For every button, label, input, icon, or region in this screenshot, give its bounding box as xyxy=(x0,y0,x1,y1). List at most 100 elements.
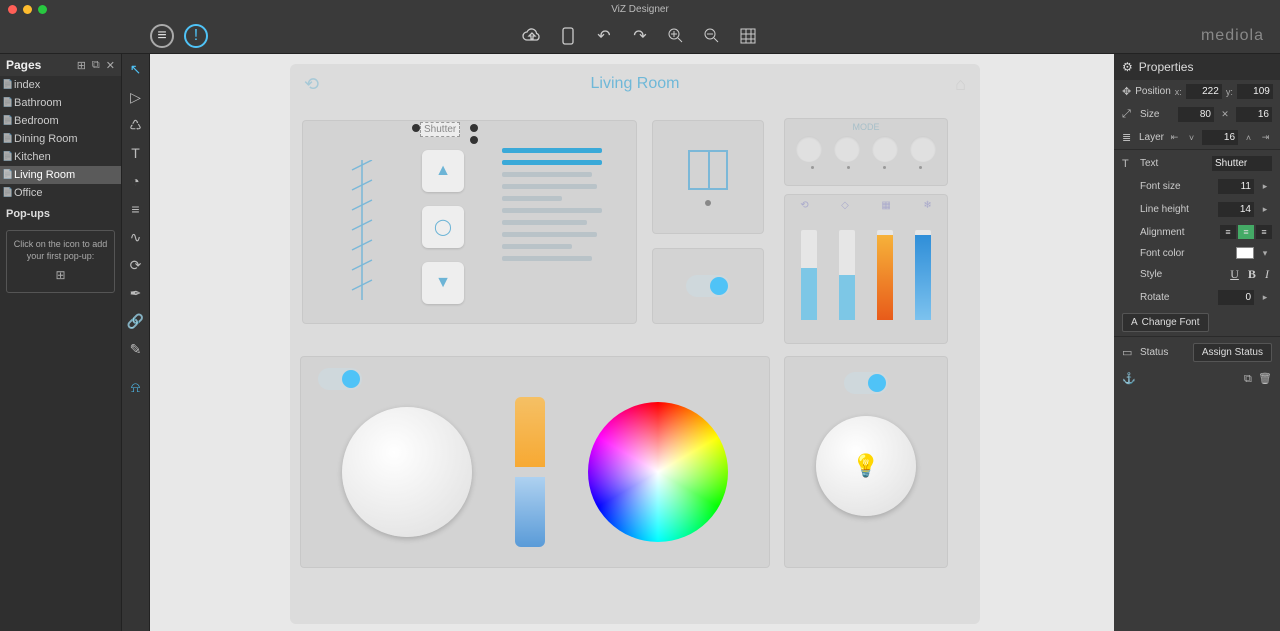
add-page-icon[interactable]: ⊞ xyxy=(77,59,86,72)
brightness-dial[interactable] xyxy=(342,407,472,537)
device-icon[interactable] xyxy=(558,26,578,46)
play-tool-icon[interactable]: ▷ xyxy=(127,88,145,106)
brush-tool-icon[interactable]: ✎ xyxy=(127,340,145,358)
duplicate-page-icon[interactable]: ⧉ xyxy=(92,59,100,72)
close-icon[interactable] xyxy=(8,5,17,14)
assign-status-button[interactable]: Assign Status xyxy=(1193,343,1272,362)
pen-tool-icon[interactable]: ✒ xyxy=(127,284,145,302)
page-item[interactable]: Office xyxy=(0,184,121,202)
layer-down-icon[interactable]: ˅ xyxy=(1185,133,1198,143)
chart-tool-icon[interactable]: ∿ xyxy=(127,228,145,246)
page-item[interactable]: Bathroom xyxy=(0,94,121,112)
line-height-input[interactable] xyxy=(1218,202,1254,217)
font-icon: A xyxy=(1131,317,1138,328)
light-card[interactable]: 💡 xyxy=(784,356,948,568)
toggle-card[interactable] xyxy=(652,248,764,324)
ruler-widget[interactable] xyxy=(332,160,392,300)
add-popup-icon[interactable]: ⊞ xyxy=(13,268,108,284)
italic-icon[interactable]: I xyxy=(1262,267,1272,281)
minimize-icon[interactable] xyxy=(23,5,32,14)
change-font-button[interactable]: A Change Font xyxy=(1122,313,1209,332)
color-wheel[interactable] xyxy=(588,402,728,542)
grid-icon[interactable] xyxy=(738,26,758,46)
selection-handle[interactable] xyxy=(470,124,478,132)
lock-aspect-icon[interactable]: ✕ xyxy=(1218,109,1232,120)
width-input[interactable] xyxy=(1178,107,1214,122)
redo-icon[interactable]: ↷ xyxy=(630,26,650,46)
align-left-icon[interactable]: ≡ xyxy=(1220,225,1236,239)
font-color-swatch[interactable] xyxy=(1236,247,1254,259)
mode-button[interactable] xyxy=(796,136,822,162)
level-bar[interactable] xyxy=(915,230,931,320)
toggle-switch[interactable] xyxy=(318,368,362,390)
menu-button[interactable]: ≡ xyxy=(150,24,174,48)
text-input[interactable] xyxy=(1212,156,1272,171)
copy-icon[interactable]: ⧉ xyxy=(1244,373,1252,385)
page-item[interactable]: Kitchen xyxy=(0,148,121,166)
layer-up-icon[interactable]: ˄ xyxy=(1242,133,1255,143)
cloud-upload-icon[interactable] xyxy=(522,26,542,46)
bold-icon[interactable]: B xyxy=(1245,267,1259,281)
selection-handle[interactable] xyxy=(470,136,478,144)
home-icon[interactable]: ⌂ xyxy=(955,74,966,95)
page-item[interactable]: Dining Room xyxy=(0,130,121,148)
underline-icon[interactable]: U xyxy=(1227,267,1242,281)
layer-back-icon[interactable]: ⇤ xyxy=(1168,132,1181,143)
layer-input[interactable] xyxy=(1202,130,1238,145)
canvas[interactable]: ⟲ Living Room ⌂ Shutter xyxy=(150,54,1114,631)
selection-handle[interactable] xyxy=(412,124,420,132)
temperature-slider[interactable] xyxy=(515,397,545,547)
shutter-card[interactable]: Shutter ▲ ◯ ▼ xyxy=(302,120,637,324)
maximize-icon[interactable] xyxy=(38,5,47,14)
position-y-input[interactable] xyxy=(1237,84,1273,99)
font-size-input[interactable] xyxy=(1218,179,1254,194)
shape-tool-icon[interactable]: ♺ xyxy=(127,116,145,134)
level-bar[interactable] xyxy=(839,230,855,320)
rotate-input[interactable] xyxy=(1218,290,1254,305)
pointer-tool-icon[interactable]: ↖ xyxy=(127,60,145,78)
stepper-icon[interactable]: ▸ xyxy=(1258,292,1272,303)
delete-icon[interactable]: 🗑 xyxy=(1258,373,1272,385)
height-input[interactable] xyxy=(1236,107,1272,122)
align-right-icon[interactable]: ≡ xyxy=(1256,225,1272,239)
back-icon[interactable]: ⟲ xyxy=(304,74,319,95)
share-tool-icon[interactable]: ⍾ xyxy=(127,378,145,396)
mode-button[interactable] xyxy=(910,136,936,162)
stepper-icon[interactable]: ▸ xyxy=(1258,181,1272,192)
page-item[interactable]: Bedroom xyxy=(0,112,121,130)
layer-front-icon[interactable]: ⇥ xyxy=(1259,132,1272,143)
alert-button[interactable]: ! xyxy=(184,24,208,48)
color-dropdown-icon[interactable]: ▾ xyxy=(1258,248,1272,259)
refresh-tool-icon[interactable]: ⟳ xyxy=(127,256,145,274)
zoom-in-icon[interactable] xyxy=(666,26,686,46)
mode-button[interactable] xyxy=(834,136,860,162)
toggle-switch[interactable] xyxy=(844,372,888,394)
shutter-down-button[interactable]: ▼ xyxy=(422,262,464,304)
link-tool-icon[interactable]: 🔗 xyxy=(127,312,145,330)
page-item[interactable]: index xyxy=(0,76,121,94)
anchor-icon[interactable]: ⚓ xyxy=(1122,372,1136,386)
light-dial[interactable]: 💡 xyxy=(816,416,916,516)
shutter-stop-button[interactable]: ◯ xyxy=(422,206,464,248)
stepper-icon[interactable]: ▸ xyxy=(1258,204,1272,215)
window-card[interactable] xyxy=(652,120,764,234)
zoom-out-icon[interactable] xyxy=(702,26,722,46)
rgb-card[interactable]: ⟲◇▦❄ xyxy=(784,194,948,344)
shutter-up-button[interactable]: ▲ xyxy=(422,150,464,192)
level-bar[interactable] xyxy=(801,230,817,320)
mode-button[interactable] xyxy=(872,136,898,162)
level-bar[interactable] xyxy=(877,230,893,320)
position-x-input[interactable] xyxy=(1186,84,1222,99)
window-controls[interactable] xyxy=(0,5,47,14)
undo-icon[interactable]: ↶ xyxy=(594,26,614,46)
mode-card[interactable]: MODE xyxy=(784,118,948,186)
page-item[interactable]: Living Room xyxy=(0,166,121,184)
clock-tool-icon[interactable]: ◔ xyxy=(127,172,145,190)
selected-element-label[interactable]: Shutter xyxy=(420,122,460,137)
align-center-icon[interactable]: ≡ xyxy=(1238,225,1254,239)
delete-page-icon[interactable]: ✕ xyxy=(106,59,115,72)
sliders-tool-icon[interactable]: ≡ xyxy=(127,200,145,218)
text-tool-icon[interactable]: T xyxy=(127,144,145,162)
toggle-switch[interactable] xyxy=(686,275,730,297)
color-card[interactable] xyxy=(300,356,770,568)
